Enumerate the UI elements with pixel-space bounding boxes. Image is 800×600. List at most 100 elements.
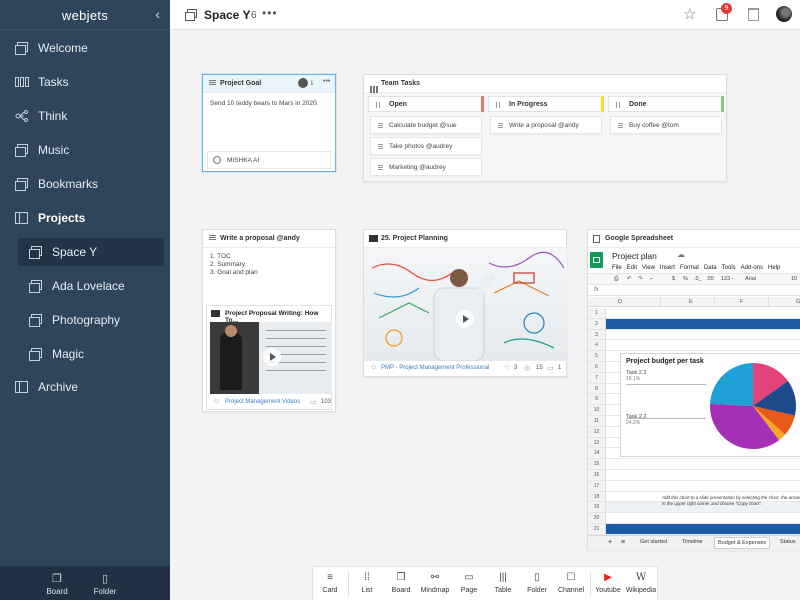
sheet-row[interactable]: 20: [588, 513, 800, 524]
more-formats[interactable]: 123 -: [721, 276, 734, 282]
new-board-button[interactable]: ❐ Board: [32, 572, 82, 596]
like-icon[interactable]: ♡: [504, 364, 510, 372]
row-number[interactable]: 21: [588, 524, 606, 534]
sheet-row[interactable]: 15: [588, 459, 800, 470]
doc-title[interactable]: Project plan: [612, 251, 657, 261]
embedded-chart[interactable]: Project budget per task Task 2.3 15.1% T…: [620, 353, 800, 457]
collapse-sidebar-icon[interactable]: ‹: [155, 6, 160, 22]
font-select[interactable]: Arial: [745, 276, 756, 282]
menu-view[interactable]: View: [642, 265, 655, 271]
column-header[interactable]: G: [796, 299, 800, 305]
font-size-select[interactable]: 10: [791, 276, 797, 282]
row-number[interactable]: 10: [588, 405, 606, 415]
sidebar-item-archive[interactable]: Archive: [0, 373, 170, 401]
drag-handle-icon[interactable]: [616, 102, 622, 108]
create-card-button[interactable]: ≡ Card: [313, 572, 347, 594]
video-embed[interactable]: Project Proposal Writing: How To... ☺ Pr…: [206, 305, 332, 410]
menu-edit[interactable]: Edit: [627, 265, 637, 271]
create-list-button[interactable]: ⁞⁞ List: [350, 572, 384, 594]
column-header[interactable]: D: [618, 299, 622, 305]
create-table-button[interactable]: ||| Table: [486, 572, 520, 594]
add-sheet-icon[interactable]: +: [608, 539, 612, 546]
formula-bar[interactable]: fx: [588, 286, 800, 296]
row-number[interactable]: 18: [588, 491, 606, 502]
sidebar-item-space-y[interactable]: Space Y: [18, 238, 164, 266]
task-item[interactable]: Buy coffee @tom: [610, 116, 722, 134]
decimal-decrease[interactable]: .0_: [694, 276, 702, 282]
menu-addons[interactable]: Add-ons: [741, 265, 763, 271]
channel-link[interactable]: Project Management Videos: [225, 399, 300, 405]
row-number[interactable]: 9: [588, 394, 606, 405]
row-number[interactable]: 15: [588, 459, 606, 469]
all-sheets-icon[interactable]: ≡: [621, 539, 625, 546]
menu-data[interactable]: Data: [704, 265, 717, 271]
row-number[interactable]: 17: [588, 480, 606, 491]
column-header[interactable]: E: [689, 299, 693, 305]
row-number[interactable]: 6: [588, 362, 606, 372]
row-number[interactable]: 5: [588, 351, 606, 361]
menu-help[interactable]: Help: [768, 265, 780, 271]
more-options-icon[interactable]: •••: [262, 6, 278, 20]
sheet-tab-active[interactable]: Budget & Expenses: [714, 537, 771, 549]
task-item[interactable]: Write a proposal @andy: [490, 116, 602, 134]
task-item[interactable]: Calculate budget @sue: [370, 116, 482, 134]
video-thumbnail[interactable]: [364, 248, 567, 362]
spreadsheet-card[interactable]: Google Spreadsheet Project plan ☁ File Ed…: [587, 229, 800, 550]
create-board-button[interactable]: ❐ Board: [384, 572, 418, 594]
sheet-row[interactable]: 2: [588, 318, 800, 330]
sheet-row[interactable]: 16: [588, 470, 800, 481]
sheet-tab[interactable]: Status: [780, 539, 796, 545]
menu-file[interactable]: File: [612, 265, 622, 271]
video-thumbnail[interactable]: [210, 322, 332, 394]
play-icon[interactable]: [263, 348, 281, 366]
sidebar-item-tasks[interactable]: Tasks: [0, 68, 170, 96]
redo-icon[interactable]: ↷: [638, 276, 643, 282]
sidebar-item-ada-lovelace[interactable]: Ada Lovelace: [0, 272, 170, 300]
create-mindmap-button[interactable]: ⚯ Mindmap: [418, 572, 452, 594]
column-header[interactable]: F: [740, 299, 743, 305]
row-number[interactable]: 4: [588, 340, 606, 351]
column-done[interactable]: Done: [608, 96, 724, 112]
sidebar-item-think[interactable]: Think: [0, 102, 170, 130]
sidebar-item-magic[interactable]: Magic: [0, 340, 170, 368]
proposal-card[interactable]: Write a proposal @andy 1. TOC 2. Summary…: [202, 229, 336, 412]
star-icon[interactable]: ☆: [683, 5, 696, 23]
row-number[interactable]: 14: [588, 448, 606, 459]
print-icon[interactable]: ⎙: [614, 276, 618, 283]
sheet-tab[interactable]: Timeline: [682, 539, 703, 545]
menu-tools[interactable]: Tools: [722, 265, 736, 271]
new-folder-button[interactable]: ▯ Folder: [80, 572, 130, 596]
sheet-tab[interactable]: Get started: [640, 539, 667, 545]
sheet-row[interactable]: 1: [588, 308, 800, 319]
task-item[interactable]: Take photos @audrey: [370, 137, 482, 155]
sheet-row[interactable]: 4: [588, 340, 800, 352]
percent-format[interactable]: %: [683, 276, 688, 282]
paint-format-icon[interactable]: ⌐: [650, 276, 653, 282]
decimal-increase[interactable]: .00: [706, 276, 714, 282]
menu-format[interactable]: Format: [680, 265, 699, 271]
create-folder-button[interactable]: ▯ Folder: [520, 572, 554, 594]
drag-handle-icon[interactable]: [376, 102, 382, 108]
row-number[interactable]: 20: [588, 513, 606, 523]
row-number[interactable]: 12: [588, 426, 606, 437]
spreadsheet-embed[interactable]: Project plan ☁ File Edit View Insert Format D…: [588, 248, 800, 550]
row-number[interactable]: 13: [588, 437, 606, 448]
sidebar-item-music[interactable]: Music: [0, 136, 170, 164]
column-in-progress[interactable]: In Progress: [488, 96, 604, 112]
youtube-button[interactable]: ▶ Youtube: [591, 572, 625, 594]
sheet-row[interactable]: 17: [588, 480, 800, 492]
row-number[interactable]: 1: [588, 308, 606, 318]
create-page-button[interactable]: ▭ Page: [452, 572, 486, 594]
sheet-row[interactable]: 21: [588, 524, 800, 535]
linked-item[interactable]: MISHKA AI: [207, 151, 331, 169]
project-goal-card[interactable]: Project Goal 1 ••• Send 10 teddy bears t…: [202, 74, 336, 172]
row-number[interactable]: 3: [588, 329, 606, 340]
row-number[interactable]: 16: [588, 470, 606, 480]
row-number[interactable]: 11: [588, 416, 606, 426]
wikipedia-button[interactable]: W Wikipedia: [624, 572, 658, 594]
card-body-text[interactable]: Send 10 teddy bears to Mars in 2020.: [210, 100, 318, 107]
play-icon[interactable]: [456, 310, 474, 328]
column-open[interactable]: Open: [368, 96, 484, 112]
card-menu-icon[interactable]: •••: [323, 78, 330, 85]
user-avatar[interactable]: [776, 6, 792, 22]
